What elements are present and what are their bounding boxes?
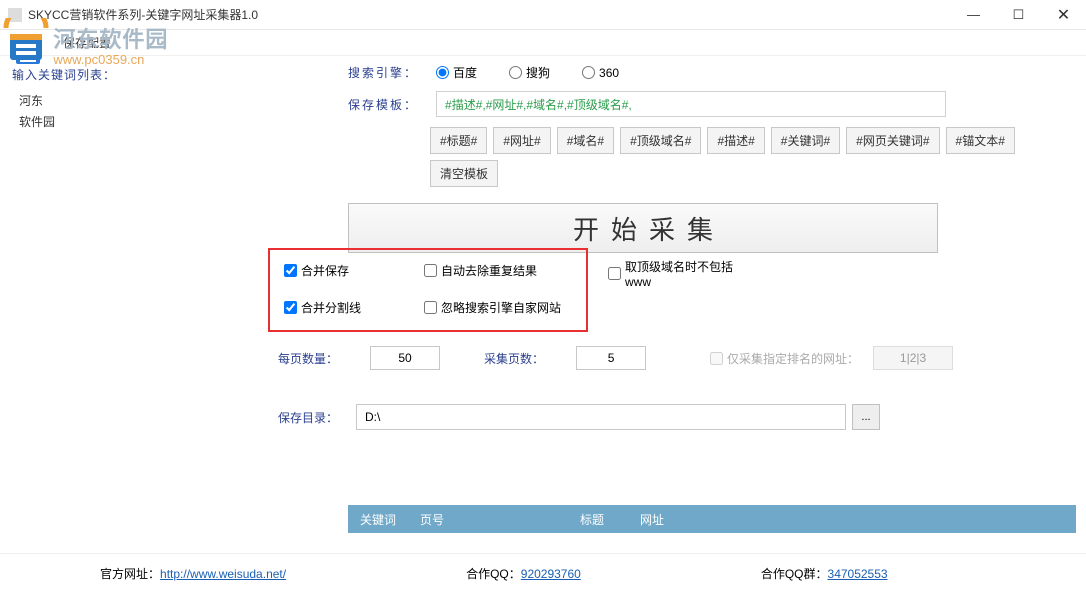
titlebar: SKYCC营销软件系列-关键字网址采集器1.0 — ☐ ✕: [0, 0, 1086, 30]
tag-pagekeyword-button[interactable]: #网页关键词#: [846, 127, 939, 154]
footer: 官方网址：http://www.weisuda.net/ 合作QQ：920293…: [0, 553, 1086, 593]
start-collect-button[interactable]: 开始采集: [348, 203, 938, 253]
footer-site: 官方网址：http://www.weisuda.net/: [100, 565, 286, 582]
tag-title-button[interactable]: #标题#: [430, 127, 487, 154]
save-disk-icon[interactable]: [14, 38, 42, 66]
per-page-input[interactable]: [370, 346, 440, 370]
th-title[interactable]: 标题: [568, 511, 628, 528]
tag-domain-button[interactable]: #域名#: [557, 127, 614, 154]
menubar: 保存配置: [0, 30, 1086, 56]
search-engine-group: 百度 搜狗 360: [436, 64, 619, 81]
official-site-link[interactable]: http://www.weisuda.net/: [160, 567, 286, 581]
tag-button-row: #标题# #网址# #域名# #顶级域名# #描述# #关键词# #网页关键词#…: [430, 127, 1066, 187]
radio-360[interactable]: 360: [582, 66, 619, 80]
search-engine-label: 搜索引擎：: [348, 64, 418, 81]
highlight-box: 合并保存 自动去除重复结果 合并分割线 忽略搜索引擎自家网站: [268, 248, 588, 332]
th-page[interactable]: 页号: [408, 511, 568, 528]
window-title: SKYCC营销软件系列-关键字网址采集器1.0: [28, 6, 951, 23]
radio-baidu[interactable]: 百度: [436, 64, 477, 81]
checkbox-exclude-www[interactable]: 取顶级域名时不包括www: [608, 258, 748, 289]
th-keyword[interactable]: 关键词: [348, 511, 408, 528]
tag-tld-button[interactable]: #顶级域名#: [620, 127, 701, 154]
tag-desc-button[interactable]: #描述#: [707, 127, 764, 154]
right-panel: 搜索引擎： 百度 搜狗 360 保存模板： #标题# #网址# #域名# #顶级…: [278, 56, 1086, 533]
keyword-list[interactable]: 河东 软件园: [12, 89, 266, 509]
checkbox-rank-only[interactable]: 仅采集指定排名的网址：: [710, 350, 859, 367]
checkbox-merge-save[interactable]: 合并保存: [284, 262, 424, 279]
template-input[interactable]: [436, 91, 946, 117]
keyword-list-label: 输入关键词列表：: [12, 66, 266, 83]
checkbox-ignore-engine[interactable]: 忽略搜索引擎自家网站: [424, 299, 564, 316]
pages-label: 采集页数：: [484, 350, 544, 367]
keyword-item[interactable]: 河东: [13, 90, 265, 111]
checkbox-merge-divider[interactable]: 合并分割线: [284, 299, 424, 316]
tag-url-button[interactable]: #网址#: [493, 127, 550, 154]
menu-save-config[interactable]: 保存配置: [55, 31, 119, 54]
app-icon: [8, 8, 22, 22]
qqgroup-link[interactable]: 347052553: [828, 567, 888, 581]
per-page-label: 每页数量：: [278, 350, 338, 367]
keyword-item[interactable]: 软件园: [13, 111, 265, 132]
clear-template-button[interactable]: 清空模板: [430, 160, 498, 187]
maximize-button[interactable]: ☐: [996, 0, 1041, 30]
save-dir-input[interactable]: [356, 404, 846, 430]
footer-qq: 合作QQ：920293760: [466, 565, 581, 582]
save-dir-label: 保存目录：: [278, 409, 338, 426]
qq-link[interactable]: 920293760: [521, 567, 581, 581]
tag-keyword-button[interactable]: #关键词#: [771, 127, 840, 154]
minimize-button[interactable]: —: [951, 0, 996, 30]
rank-input: [873, 346, 953, 370]
checkbox-auto-dedup[interactable]: 自动去除重复结果: [424, 262, 564, 279]
browse-button[interactable]: ...: [852, 404, 880, 430]
left-panel: 输入关键词列表： 河东 软件园: [0, 56, 278, 533]
close-button[interactable]: ✕: [1041, 0, 1086, 30]
tag-anchor-button[interactable]: #锚文本#: [946, 127, 1015, 154]
template-label: 保存模板：: [348, 96, 418, 113]
pages-input[interactable]: [576, 346, 646, 370]
th-url[interactable]: 网址: [628, 511, 1076, 528]
radio-sogou[interactable]: 搜狗: [509, 64, 550, 81]
footer-qqgroup: 合作QQ群：347052553: [761, 565, 888, 582]
results-table-header: 关键词 页号 标题 网址: [348, 505, 1076, 533]
